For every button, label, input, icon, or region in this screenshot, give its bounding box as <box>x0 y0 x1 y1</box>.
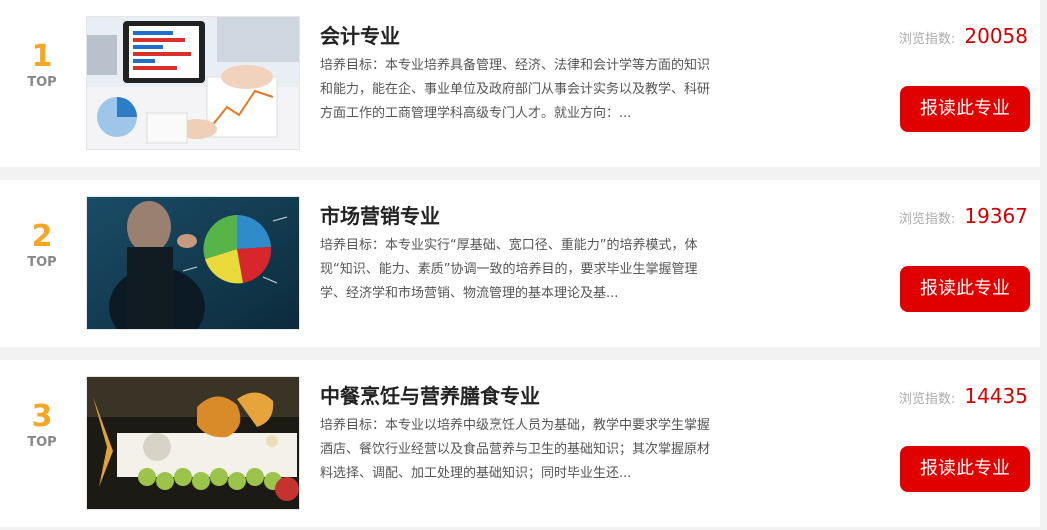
major-thumbnail[interactable] <box>86 196 300 330</box>
enroll-button[interactable]: 报读此专业 <box>900 266 1030 312</box>
rank-number: 1 <box>31 39 53 74</box>
major-description: 培养目标：本专业以培养中级烹饪人员为基础，教学中要求学生掌握酒店、餐饮行业经营以… <box>320 418 711 481</box>
view-index-count: 19367 <box>964 204 1028 228</box>
major-list: 1 TOP 会计专业 培养目标：本专业培养具备管理、经济、法律和会计学等方面的知… <box>0 0 1040 527</box>
accounting-charts-photo <box>87 17 299 149</box>
major-card: 3 TOP 中餐烹饪与营养膳食专业 培养目标：本专业以培养中级烹饪人员为基础，教… <box>0 360 1040 527</box>
view-index: 浏览指数: 19367 <box>899 204 1028 228</box>
rank-top-label: TOP <box>27 75 57 90</box>
view-index-count: 14435 <box>964 384 1028 408</box>
rank-top-label: TOP <box>27 435 57 450</box>
major-card: 1 TOP 会计专业 培养目标：本专业培养具备管理、经济、法律和会计学等方面的知… <box>0 0 1040 167</box>
enroll-button[interactable]: 报读此专业 <box>900 86 1030 132</box>
view-index: 浏览指数: 20058 <box>899 24 1028 48</box>
rank-badge: 3 TOP <box>20 400 64 452</box>
view-index: 浏览指数: 14435 <box>899 384 1028 408</box>
major-thumbnail[interactable] <box>86 16 300 150</box>
view-index-label: 浏览指数: <box>898 212 956 227</box>
major-title[interactable]: 中餐烹饪与营养膳食专业 <box>320 380 540 409</box>
major-title[interactable]: 会计专业 <box>320 20 400 49</box>
view-index-label: 浏览指数: <box>898 392 956 407</box>
rank-number: 3 <box>31 399 53 434</box>
marketing-pie-chart-photo <box>87 197 299 329</box>
rank-top-label: TOP <box>27 255 57 270</box>
rank-badge: 1 TOP <box>20 40 64 92</box>
view-index-label: 浏览指数: <box>898 32 956 47</box>
major-description: 培养目标：本专业实行“厚基础、宽口径、重能力”的培养模式，体现“知识、能力、素质… <box>320 238 698 301</box>
major-title[interactable]: 市场营销专业 <box>320 200 440 229</box>
major-thumbnail[interactable] <box>86 376 300 510</box>
enroll-button[interactable]: 报读此专业 <box>900 446 1030 492</box>
major-description: 培养目标：本专业培养具备管理、经济、法律和会计学等方面的知识和能力，能在企、事业… <box>320 58 711 121</box>
rank-number: 2 <box>31 219 53 254</box>
major-card: 2 TOP 市场营销专业 培养目标：本专业实行“厚基础、宽口径、重能力”的培养模… <box>0 180 1040 347</box>
rank-badge: 2 TOP <box>20 220 64 272</box>
view-index-count: 20058 <box>964 24 1028 48</box>
food-carving-photo <box>87 377 299 509</box>
